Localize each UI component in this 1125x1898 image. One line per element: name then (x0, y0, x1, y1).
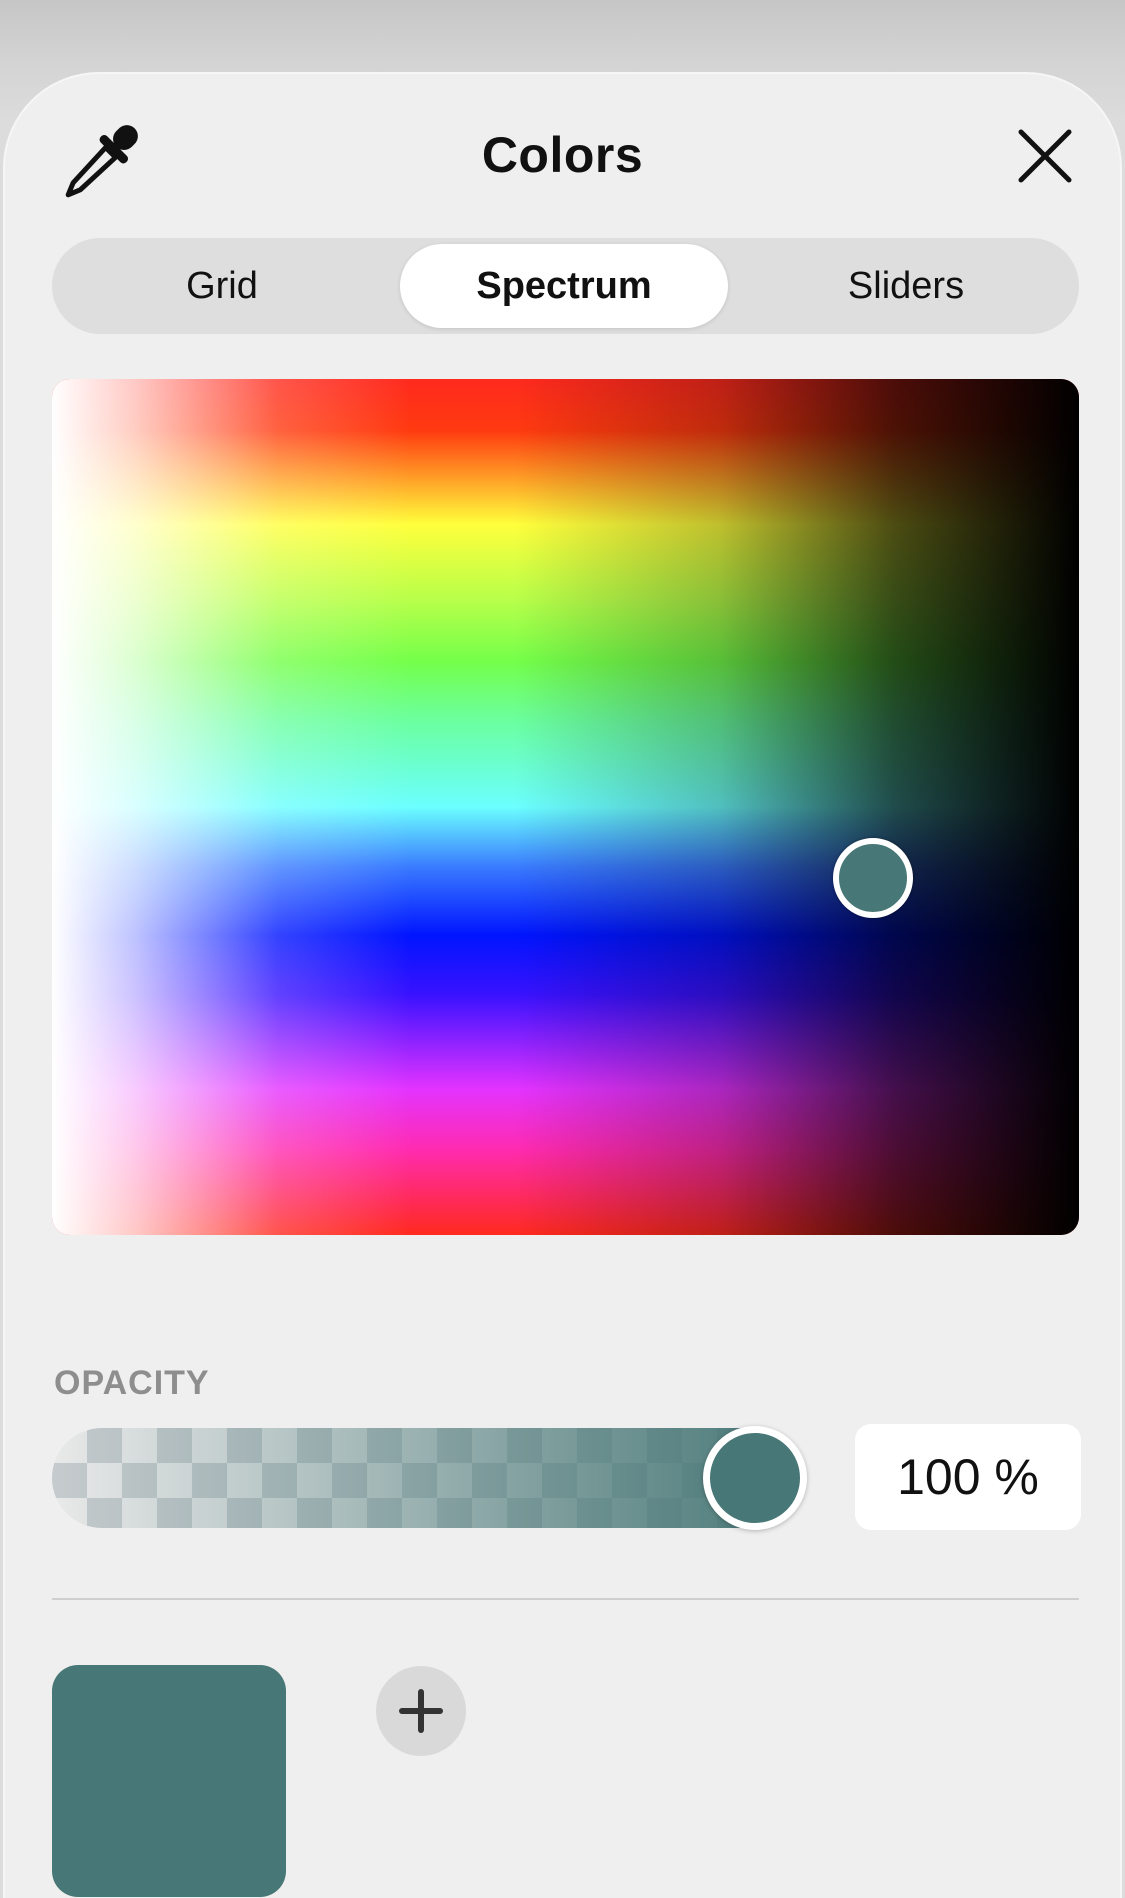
spectrum-black-layer (52, 379, 1079, 1235)
tab-spectrum[interactable]: Spectrum (400, 244, 728, 328)
colors-sheet: Colors Grid Spectrum Sliders OPACITY 100… (3, 72, 1122, 1898)
spectrum-picker-handle[interactable] (833, 838, 913, 918)
opacity-slider[interactable] (52, 1428, 802, 1528)
plus-icon (399, 1689, 443, 1733)
add-color-button[interactable] (376, 1666, 466, 1756)
opacity-label: OPACITY (54, 1364, 210, 1402)
opacity-slider-fill (52, 1428, 802, 1528)
mode-segmented-control: Grid Spectrum Sliders (52, 238, 1079, 334)
close-icon[interactable] (1015, 126, 1075, 186)
sheet-title: Colors (481, 127, 644, 183)
opacity-value-field[interactable]: 100 % (855, 1424, 1081, 1530)
color-spectrum[interactable] (52, 379, 1079, 1235)
sheet-header: Colors (5, 74, 1120, 234)
tab-sliders[interactable]: Sliders (742, 244, 1070, 328)
opacity-slider-thumb[interactable] (703, 1426, 807, 1530)
tab-grid[interactable]: Grid (58, 244, 386, 328)
divider (52, 1598, 1079, 1600)
color-swatch[interactable] (52, 1665, 286, 1897)
